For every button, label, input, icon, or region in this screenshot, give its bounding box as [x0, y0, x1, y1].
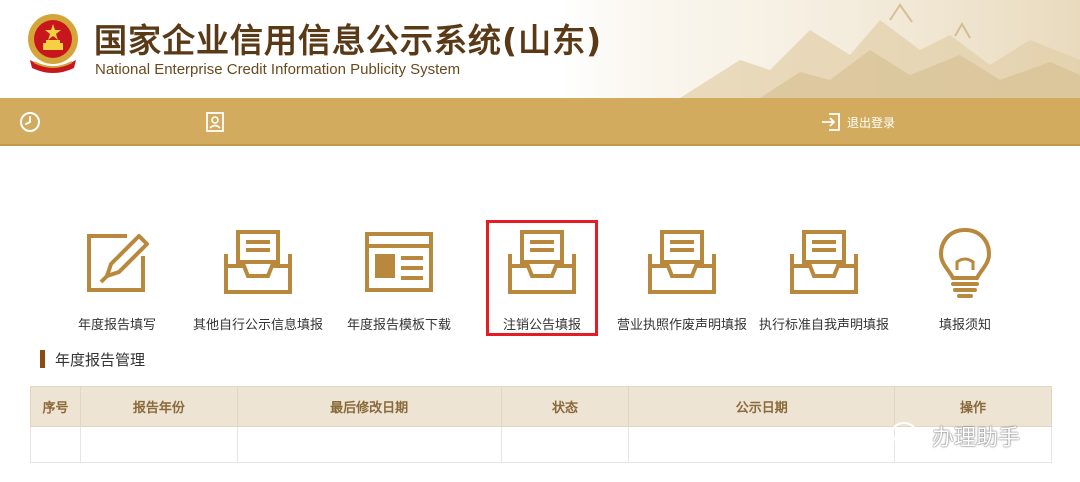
func-annual-report-fill[interactable]: 年度报告填写 [42, 226, 192, 333]
site-title-chinese: 国家企业信用信息公示系统(山东) [94, 21, 603, 60]
section-title-bar [40, 350, 45, 368]
logout-icon [822, 113, 840, 131]
site-header: 国家企业信用信息公示系统(山东) National Enterprise Cre… [0, 0, 1080, 98]
func-label: 执行标准自我声明填报 [758, 318, 889, 333]
document-tray-icon [648, 230, 716, 294]
logout-button[interactable]: 退出登录 [820, 110, 895, 134]
wechat-icon [891, 422, 925, 449]
func-license-void-declaration[interactable]: 营业执照作废声明填报 [607, 226, 757, 333]
col-header-report-year: 报告年份 [79, 386, 238, 427]
func-standard-self-declaration[interactable]: 执行标准自我声明填报 [749, 226, 899, 333]
func-label: 其他自行公示信息填报 [192, 318, 323, 333]
table-cell [236, 426, 502, 463]
highlight-box [486, 220, 598, 336]
func-label: 填报须知 [938, 318, 991, 333]
watermark-text: 办理助手 [932, 426, 1021, 451]
col-header-publish-date: 公示日期 [628, 386, 896, 427]
func-label: 年度报告填写 [77, 318, 156, 333]
col-header-status: 状态 [500, 386, 630, 427]
logout-label: 退出登录 [847, 115, 896, 130]
section-title-text: 年度报告管理 [55, 350, 146, 369]
func-label: 营业执照作废声明填报 [616, 318, 747, 333]
func-filling-instructions[interactable]: 填报须知 [890, 226, 1040, 333]
table-cell [79, 426, 238, 463]
watermark: 办理助手 [890, 420, 1020, 452]
table-cell [500, 426, 630, 463]
document-tray-icon [790, 230, 858, 294]
lightbulb-icon [938, 227, 992, 298]
func-template-download[interactable]: 年度报告模板下载 [324, 226, 474, 333]
clock-icon[interactable] [18, 110, 42, 134]
section-title: 年度报告管理 [40, 349, 145, 369]
func-other-disclosure[interactable]: 其他自行公示信息填报 [183, 226, 333, 333]
edit-pen-icon [87, 234, 149, 292]
national-emblem-icon [28, 14, 78, 73]
id-card-icon[interactable] [203, 110, 227, 134]
document-tray-icon [224, 230, 292, 294]
main-toolbar: 退出登录 [0, 98, 1080, 146]
func-label: 年度报告模板下载 [346, 318, 451, 333]
table-cell [30, 426, 81, 463]
template-window-icon [365, 232, 433, 292]
col-header-last-modified: 最后修改日期 [236, 386, 502, 427]
mountain-landscape-decoration [560, 0, 1080, 98]
site-title-english: National Enterprise Credit Information P… [95, 61, 461, 78]
table-cell [628, 426, 896, 463]
col-header-index: 序号 [30, 386, 81, 427]
